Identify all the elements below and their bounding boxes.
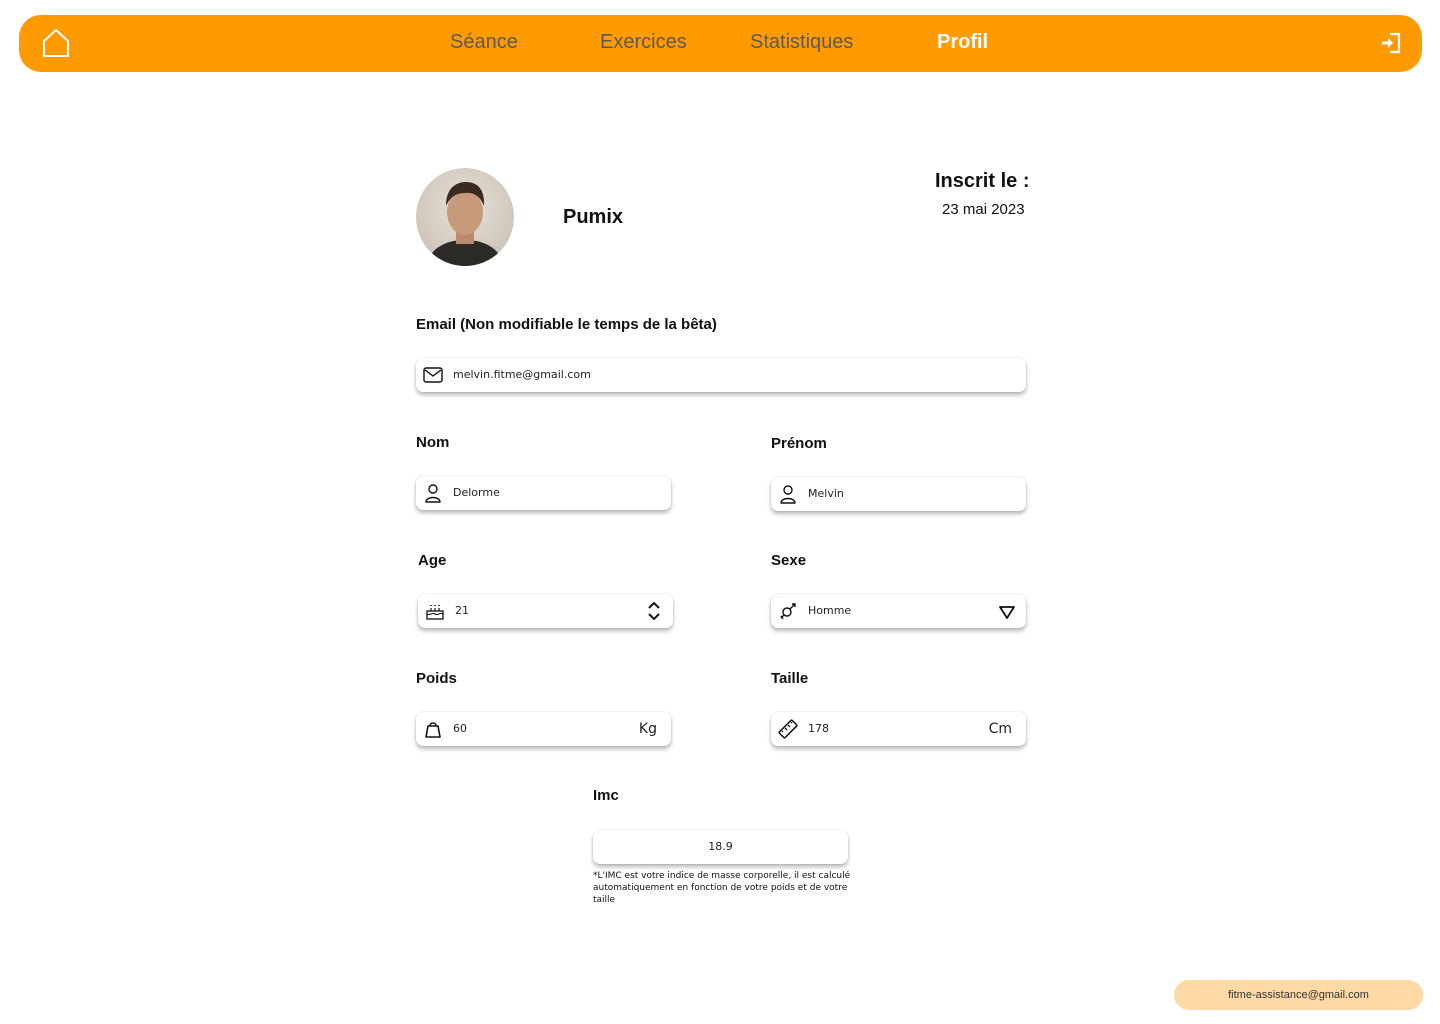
prenom-label: Prénom [771, 435, 827, 452]
nom-field[interactable]: Delorme [416, 476, 671, 510]
taille-label: Taille [771, 670, 809, 687]
user-icon [777, 483, 799, 505]
imc-value: 18.9 [708, 840, 733, 853]
nav-profil[interactable]: Profil [937, 31, 988, 54]
age-value: 21 [455, 604, 469, 617]
taille-field[interactable]: 178 Cm [771, 712, 1026, 746]
logout-icon[interactable] [1380, 32, 1402, 54]
email-field[interactable]: melvin.fitme@gmail.com [416, 358, 1026, 392]
sexe-value: Homme [808, 604, 852, 617]
user-icon [422, 482, 444, 504]
prenom-value: Melvin [808, 487, 844, 500]
prenom-field[interactable]: Melvin [771, 477, 1026, 511]
avatar[interactable] [416, 168, 514, 266]
poids-field[interactable]: 60 Kg [416, 712, 671, 746]
stepper-icon[interactable] [645, 600, 663, 622]
taille-unit: Cm [988, 721, 1012, 737]
assistance-email-button[interactable]: fitme-assistance@gmail.com [1174, 980, 1423, 1010]
ruler-icon [777, 718, 799, 740]
top-navbar: Séance Exercices Statistiques Profil [19, 15, 1422, 72]
home-icon[interactable] [41, 27, 71, 59]
mail-icon [422, 364, 444, 386]
imc-field: 18.9 [593, 830, 848, 864]
age-label: Age [418, 552, 447, 569]
cake-icon [424, 600, 446, 622]
sexe-select[interactable]: Homme [771, 594, 1026, 628]
nom-value: Delorme [453, 486, 500, 499]
gender-icon [777, 600, 799, 622]
poids-label: Poids [416, 670, 457, 687]
weight-icon [422, 718, 444, 740]
sexe-label: Sexe [771, 552, 807, 569]
taille-value: 178 [808, 722, 829, 735]
nav-seance[interactable]: Séance [450, 31, 518, 54]
imc-label: Imc [593, 787, 619, 804]
nav-statistiques[interactable]: Statistiques [750, 31, 853, 54]
email-value: melvin.fitme@gmail.com [453, 368, 591, 381]
registered-date: 23 mai 2023 [942, 201, 1025, 218]
chevron-down-icon[interactable] [998, 600, 1016, 622]
username: Pumix [563, 206, 624, 228]
nav-exercices[interactable]: Exercices [600, 31, 687, 54]
poids-value: 60 [453, 722, 467, 735]
nom-label: Nom [416, 434, 450, 451]
poids-unit: Kg [638, 721, 657, 737]
email-label: Email (Non modifiable le temps de la bêt… [416, 316, 717, 333]
age-field[interactable]: 21 [418, 594, 673, 628]
registered-label: Inscrit le : [935, 170, 1030, 192]
imc-note: *L'IMC est votre indice de masse corpore… [593, 871, 851, 905]
